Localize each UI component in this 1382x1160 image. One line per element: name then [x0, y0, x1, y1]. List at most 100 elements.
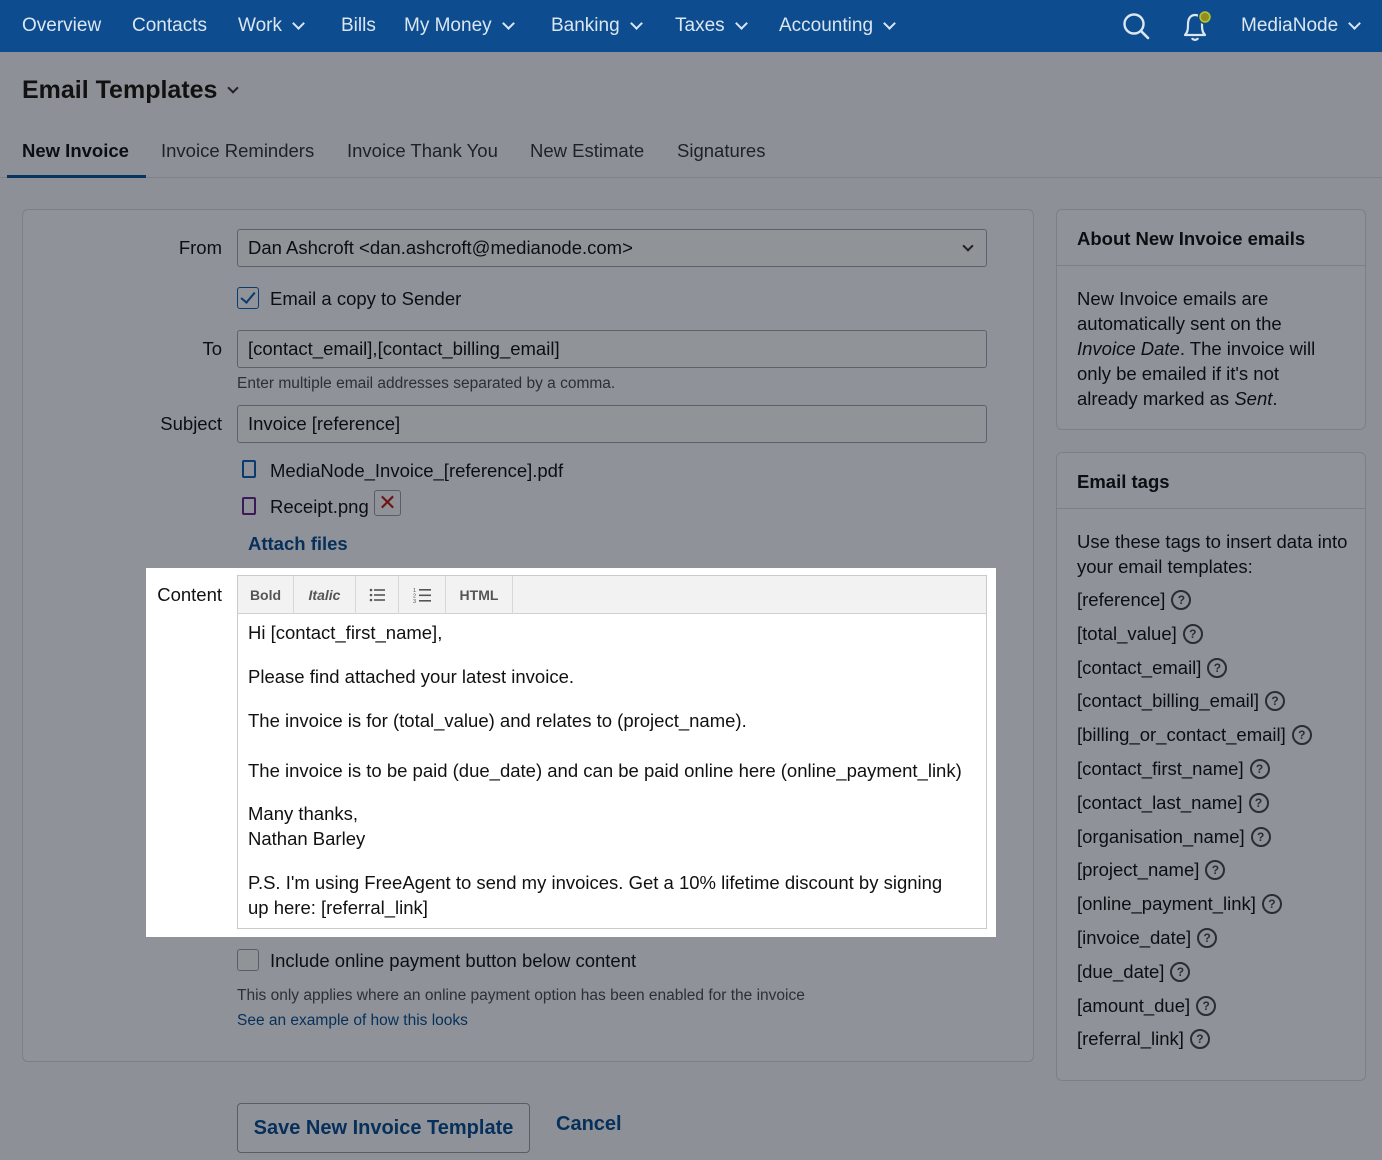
help-icon[interactable]: ? [1171, 590, 1192, 610]
save-template-button[interactable]: Save New Invoice Template [237, 1103, 530, 1153]
chevron-down-icon [962, 240, 974, 252]
tag-item[interactable]: [contact_last_name]? [1077, 792, 1269, 814]
italic-label: Italic [308, 587, 341, 603]
image-file-icon [242, 497, 256, 515]
tab-new-estimate[interactable]: New Estimate [530, 140, 644, 162]
help-icon[interactable]: ? [1207, 657, 1228, 678]
attachment-receipt[interactable]: Receipt.png [270, 496, 369, 518]
nav-my-money-label: My Money [404, 15, 492, 36]
to-hint: Enter multiple email addresses separated… [237, 375, 616, 392]
cancel-button[interactable]: Cancel [556, 1113, 622, 1136]
tag-label: [invoice_date] [1077, 927, 1192, 948]
bullet-list-button[interactable] [356, 576, 399, 614]
about-line: Invoice Date. The invoice will [1077, 336, 1315, 361]
save-template-label: Save New Invoice Template [253, 1116, 514, 1139]
tag-item[interactable]: [project_name]? [1077, 859, 1226, 881]
subject-input[interactable]: Invoice [reference] [237, 405, 987, 443]
help-icon[interactable]: ? [1261, 894, 1282, 915]
account-menu[interactable]: MediaNode [1241, 0, 1362, 52]
content-line: up here: [referral_link] [248, 897, 428, 918]
content-editor[interactable]: Bold Italic 1 2 3 HTML Hi [contact_first… [237, 575, 987, 929]
about-card: About New Invoice emails New Invoice ema… [1056, 209, 1366, 430]
bell-icon [1183, 9, 1213, 41]
tag-label: [amount_due] [1077, 994, 1191, 1016]
tag-label: [billing_or_contact_email] [1077, 724, 1286, 746]
help-icon[interactable]: ? [1265, 691, 1286, 712]
tag-item[interactable]: [due_date]? [1077, 961, 1191, 983]
help-icon[interactable]: ? [1196, 995, 1217, 1016]
about-line: already marked as Sent. [1077, 386, 1278, 411]
tag-item[interactable]: [billing_or_contact_email]? [1077, 724, 1312, 746]
search-icon [1123, 13, 1150, 40]
divider [1057, 508, 1365, 509]
about-line-rest: . The invoice will [1179, 338, 1316, 359]
close-icon: ✕ [378, 490, 397, 515]
tag-item[interactable]: [contact_billing_email]? [1077, 690, 1286, 712]
bold-label: Bold [249, 587, 282, 603]
svg-text:3: 3 [413, 599, 416, 603]
help-icon[interactable]: ? [1249, 759, 1270, 779]
nav-taxes[interactable]: Taxes [675, 0, 748, 52]
chevron-down-icon [501, 16, 515, 30]
attachment-pdf[interactable]: MediaNode_Invoice_[reference].pdf [270, 460, 563, 482]
tag-item[interactable]: [amount_due]? [1077, 994, 1217, 1017]
nav-bills-label: Bills [341, 15, 376, 36]
nav-contacts[interactable]: Contacts [132, 0, 207, 52]
nav-bills[interactable]: Bills [341, 0, 376, 52]
tab-new-invoice[interactable]: New Invoice [22, 140, 129, 162]
tab-invoice-thank-you[interactable]: Invoice Thank You [347, 140, 498, 162]
content-line: The invoice is to be paid (due_date) and… [248, 760, 962, 781]
tag-item[interactable]: [contact_email]? [1077, 656, 1228, 679]
example-link[interactable]: See an example of how this looks [237, 1012, 468, 1030]
help-icon[interactable]: ? [1250, 826, 1271, 847]
html-button[interactable]: HTML [446, 576, 513, 614]
bold-button[interactable]: Bold [238, 576, 294, 614]
help-icon[interactable]: ? [1248, 792, 1269, 813]
help-icon[interactable]: ? [1291, 725, 1312, 746]
tag-item[interactable]: [organisation_name]? [1077, 826, 1271, 848]
help-icon[interactable]: ? [1205, 860, 1226, 881]
nav-overview[interactable]: Overview [22, 0, 101, 52]
notifications-button[interactable] [1180, 0, 1214, 52]
nav-taxes-label: Taxes [675, 15, 725, 36]
tag-item[interactable]: [referral_link]? [1077, 1028, 1210, 1050]
copy-sender-checkbox[interactable] [237, 287, 259, 309]
copy-sender-label: Email a copy to Sender [270, 288, 462, 309]
tag-label: [referral_link] [1077, 1028, 1184, 1050]
content-line: P.S. I'm using FreeAgent to send my invo… [248, 872, 943, 893]
tab-signatures[interactable]: Signatures [677, 140, 765, 162]
page-title[interactable]: Email Templates [22, 76, 240, 105]
active-tab-indicator [7, 175, 146, 178]
about-invoice-date: Invoice Date [1077, 338, 1180, 359]
help-icon[interactable]: ? [1170, 961, 1191, 982]
about-line: only be emailed if it's not [1077, 363, 1280, 384]
chevron-down-icon [734, 16, 748, 30]
italic-button[interactable]: Italic [294, 576, 356, 614]
from-select[interactable]: Dan Ashcroft <dan.ashcroft@medianode.com… [237, 229, 987, 267]
nav-banking[interactable]: Banking [551, 0, 643, 52]
nav-my-money[interactable]: My Money [404, 0, 515, 52]
attach-files-link[interactable]: Attach files [248, 533, 348, 555]
search-button[interactable] [1121, 0, 1151, 52]
to-input[interactable]: [contact_email],[contact_billing_email] [237, 330, 987, 368]
nav-banking-label: Banking [551, 15, 620, 36]
tag-item[interactable]: [reference]? [1077, 589, 1192, 611]
numbered-list-button[interactable]: 1 2 3 [399, 576, 446, 614]
tag-label: [contact_last_name] [1077, 791, 1243, 813]
tag-item[interactable]: [invoice_date]? [1077, 927, 1218, 949]
about-sent: Sent [1234, 388, 1273, 409]
tag-item[interactable]: [contact_first_name]? [1077, 758, 1270, 780]
help-icon[interactable]: ? [1197, 928, 1218, 948]
remove-attachment-button[interactable]: ✕ [374, 490, 401, 516]
tag-item[interactable]: [total_value]? [1077, 623, 1203, 645]
help-icon[interactable]: ? [1189, 1029, 1210, 1050]
nav-accounting[interactable]: Accounting [779, 0, 896, 52]
bullet-list-icon [369, 588, 385, 602]
payment-button-checkbox[interactable] [237, 949, 259, 971]
tag-label: [contact_email] [1077, 656, 1202, 678]
nav-work[interactable]: Work [238, 0, 305, 52]
help-icon[interactable]: ? [1182, 623, 1203, 644]
tab-invoice-reminders[interactable]: Invoice Reminders [161, 140, 314, 162]
tag-item[interactable]: [online_payment_link]? [1077, 893, 1282, 915]
chevron-down-icon [227, 81, 240, 94]
